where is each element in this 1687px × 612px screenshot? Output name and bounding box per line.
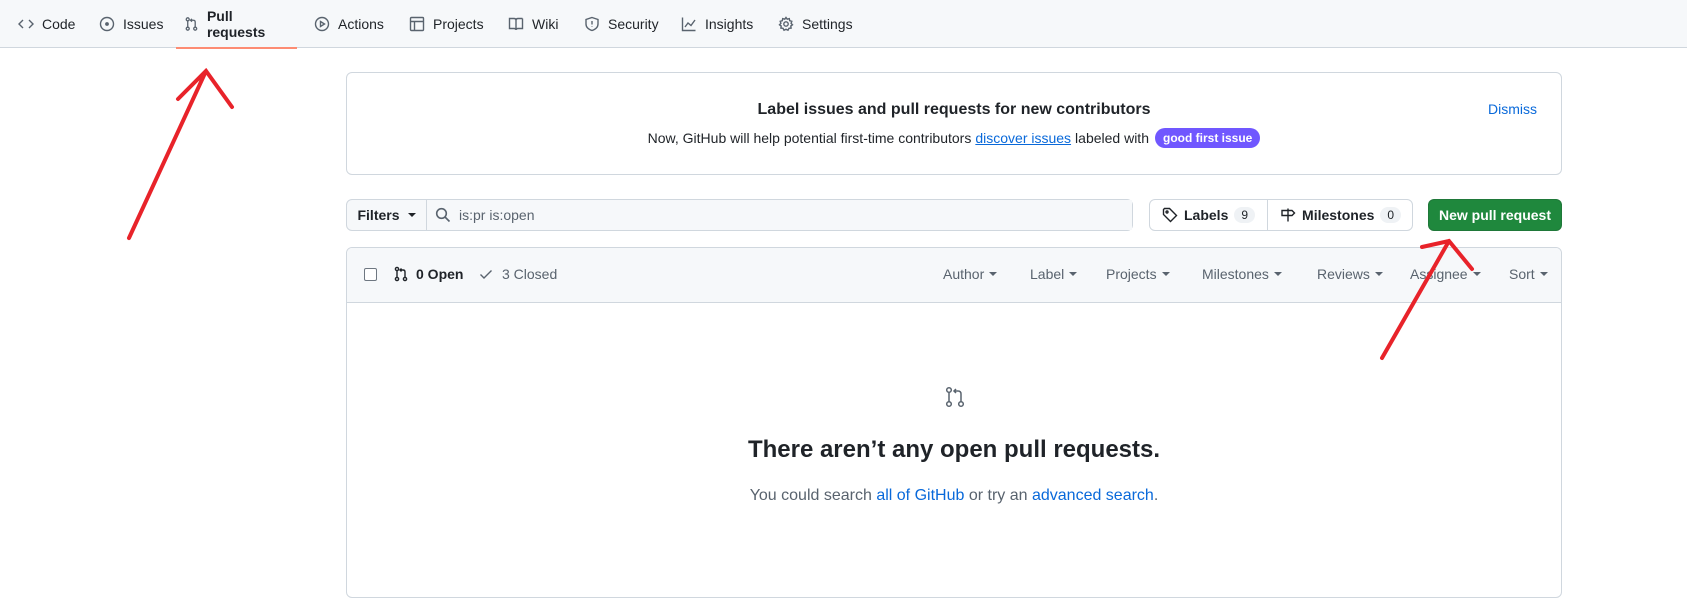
tab-security-label: Security [608, 16, 659, 32]
tab-wiki-label: Wiki [532, 16, 559, 32]
closed-state-link[interactable]: 3 Closed [478, 266, 557, 282]
table-icon [409, 16, 425, 32]
tab-pull-requests-label: Pull requests [206, 8, 266, 40]
list-header: 0 Open 3 Closed Author Label Projects Mi… [347, 248, 1561, 303]
tab-settings-label: Settings [802, 16, 853, 32]
search-icon [435, 207, 451, 223]
arrow-to-pull-requests-tab [127, 67, 234, 240]
filter-bar: Filters [346, 199, 1133, 231]
milestones-filter-label: Milestones [1202, 266, 1269, 282]
tab-actions-label: Actions [338, 16, 384, 32]
tab-wiki[interactable]: Wiki [500, 0, 566, 48]
select-all-checkbox[interactable] [364, 268, 377, 281]
tag-icon [1162, 207, 1178, 223]
open-state-link[interactable]: 0 Open [393, 266, 463, 282]
blankslate-text-1: You could search [749, 487, 872, 504]
book-icon [508, 17, 524, 31]
gear-icon [778, 16, 794, 32]
label-filter-label: Label [1030, 266, 1065, 282]
assignee-filter[interactable]: Assignee [1410, 266, 1481, 282]
filters-dropdown[interactable]: Filters [347, 200, 427, 230]
search-input[interactable] [459, 207, 1059, 223]
blankslate-description: You could search all of GitHub or try an… [347, 487, 1561, 505]
all-of-github-link[interactable]: all of GitHub [876, 487, 964, 504]
sort-filter[interactable]: Sort [1509, 266, 1548, 282]
tab-insights-label: Insights [705, 16, 754, 32]
open-count: 0 Open [416, 266, 464, 282]
labels-button[interactable]: Labels 9 [1150, 200, 1267, 230]
blankslate-text-3: . [1153, 487, 1159, 504]
milestones-filter[interactable]: Milestones [1202, 266, 1282, 282]
advanced-search-link[interactable]: advanced search [1032, 487, 1154, 504]
labels-milestones-group: Labels 9 Milestones 0 [1149, 199, 1413, 231]
play-icon [314, 16, 330, 32]
sort-filter-label: Sort [1509, 266, 1535, 282]
milestones-label: Milestones [1302, 207, 1375, 223]
tab-security[interactable]: Security [576, 0, 667, 48]
blankslate-text-2: or try an [968, 487, 1028, 504]
labels-label: Labels [1184, 207, 1229, 223]
tab-actions[interactable]: Actions [306, 0, 392, 48]
dismiss-button[interactable]: Dismiss [1488, 101, 1537, 117]
new-contributors-banner: Label issues and pull requests for new c… [346, 72, 1562, 175]
labels-count: 9 [1234, 207, 1256, 223]
issue-opened-icon [99, 16, 115, 32]
caret-down-icon [1273, 272, 1282, 276]
git-pull-request-icon [394, 266, 408, 282]
milestone-icon [1281, 208, 1296, 222]
tab-projects[interactable]: Projects [401, 0, 492, 48]
tab-issues[interactable]: Issues [91, 0, 171, 48]
milestones-count: 0 [1380, 207, 1402, 223]
tab-projects-label: Projects [433, 16, 484, 32]
banner-desc-text-2: labeled with [1075, 130, 1149, 146]
search-box [427, 200, 1132, 230]
pull-request-list: 0 Open 3 Closed Author Label Projects Mi… [346, 247, 1562, 598]
assignee-filter-label: Assignee [1410, 266, 1468, 282]
good-first-issue-label[interactable]: good first issue [1154, 128, 1261, 148]
code-icon [18, 19, 34, 29]
reviews-filter-label: Reviews [1317, 266, 1370, 282]
projects-filter[interactable]: Projects [1106, 266, 1170, 282]
git-pull-request-icon [943, 385, 967, 409]
caret-down-icon [1472, 272, 1481, 276]
tab-issues-label: Issues [123, 16, 164, 32]
caret-down-icon [1539, 272, 1548, 276]
banner-description: Now, GitHub will help potential first-ti… [347, 128, 1561, 148]
tab-settings[interactable]: Settings [770, 0, 861, 48]
git-pull-request-icon [185, 17, 198, 31]
filters-label: Filters [357, 207, 400, 223]
caret-down-icon [407, 213, 416, 217]
caret-down-icon [1374, 272, 1383, 276]
milestones-button[interactable]: Milestones 0 [1267, 200, 1413, 230]
new-pull-request-button[interactable]: New pull request [1428, 199, 1562, 231]
check-icon [480, 270, 492, 279]
tab-pull-requests[interactable]: Pull requests [176, 0, 297, 49]
blankslate-title: There aren’t any open pull requests. [747, 436, 1161, 463]
caret-down-icon [989, 272, 998, 276]
caret-down-icon [1161, 272, 1170, 276]
repo-nav: Code Issues Pull requests Actions Projec… [0, 0, 1687, 49]
tab-code-label: Code [42, 16, 76, 32]
author-filter[interactable]: Author [943, 266, 998, 282]
caret-down-icon [1069, 272, 1078, 276]
banner-desc-text: Now, GitHub will help potential first-ti… [647, 130, 972, 146]
discover-issues-link[interactable]: discover issues [975, 130, 1071, 146]
reviews-filter[interactable]: Reviews [1317, 266, 1383, 282]
banner-title: Label issues and pull requests for new c… [757, 101, 1151, 118]
closed-count: 3 Closed [502, 266, 558, 282]
shield-icon [585, 16, 599, 32]
projects-filter-label: Projects [1106, 266, 1157, 282]
author-filter-label: Author [943, 266, 985, 282]
tab-insights[interactable]: Insights [673, 0, 761, 48]
blankslate: There aren’t any open pull requests. You… [347, 303, 1561, 597]
graph-icon [681, 17, 696, 32]
tab-code[interactable]: Code [10, 0, 83, 48]
label-filter[interactable]: Label [1030, 266, 1078, 282]
